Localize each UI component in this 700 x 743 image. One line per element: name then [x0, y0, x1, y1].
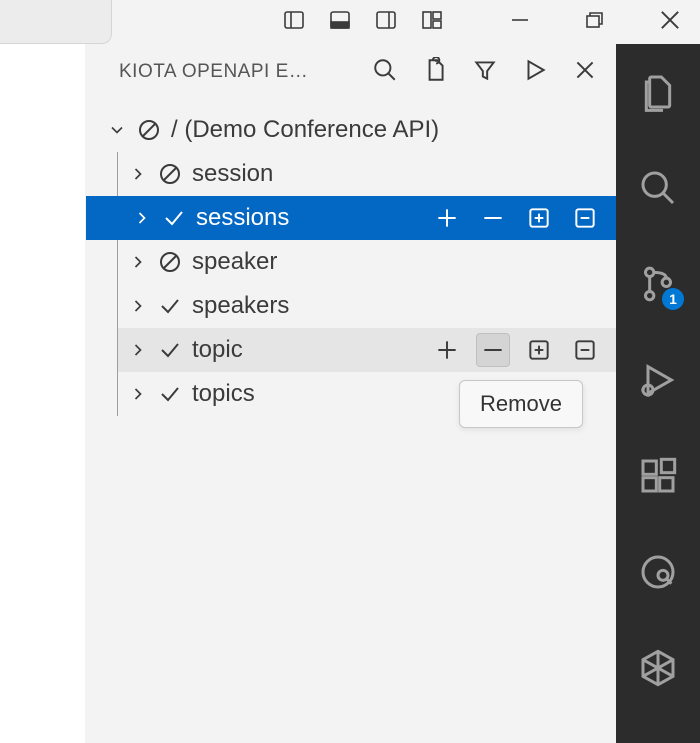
tree-item-label: speakers	[192, 292, 289, 320]
activity-extensions[interactable]	[638, 456, 678, 496]
add-endpoint-button[interactable]	[430, 333, 464, 367]
chevron-right-icon	[132, 208, 152, 228]
tooltip: Remove	[459, 380, 583, 428]
chevron-right-icon	[128, 252, 148, 272]
editor-gutter	[0, 44, 85, 743]
activity-explorer[interactable]	[638, 72, 678, 112]
tree-root-label: / (Demo Conference API)	[171, 116, 439, 144]
status-none-icon	[137, 118, 161, 142]
title-bar	[0, 0, 700, 44]
tree-root[interactable]: / (Demo Conference API)	[85, 108, 616, 152]
activity-search[interactable]	[638, 168, 678, 208]
filter-icon[interactable]	[472, 57, 498, 88]
search-icon[interactable]	[372, 57, 398, 88]
add-endpoint-button[interactable]	[430, 201, 464, 235]
panel-header: KIOTA OPENAPI EX…	[85, 44, 616, 100]
panel-title: KIOTA OPENAPI EX…	[119, 61, 319, 83]
remove-all-button[interactable]	[568, 201, 602, 235]
tree-item-label: sessions	[196, 204, 289, 232]
remove-endpoint-button[interactable]	[476, 201, 510, 235]
status-check-icon	[158, 338, 182, 362]
tree-item-label: topic	[192, 336, 243, 364]
status-none-icon	[158, 162, 182, 186]
chevron-right-icon	[128, 384, 148, 404]
chevron-right-icon	[128, 340, 148, 360]
tree-item-session[interactable]: session	[118, 152, 616, 196]
chevron-down-icon	[107, 120, 127, 140]
tree-item-sessions[interactable]: sessions	[86, 196, 616, 240]
layout-customize-icon[interactable]	[420, 8, 444, 37]
status-check-icon	[158, 382, 182, 406]
play-icon[interactable]	[522, 57, 548, 88]
status-check-icon	[158, 294, 182, 318]
activity-kiota[interactable]	[638, 648, 678, 688]
chevron-right-icon	[128, 296, 148, 316]
tree-item-speaker[interactable]: speaker	[118, 240, 616, 284]
window-minimize-icon[interactable]	[508, 8, 532, 37]
chevron-right-icon	[128, 164, 148, 184]
layout-right-icon[interactable]	[374, 8, 398, 37]
scm-badge: 1	[662, 288, 684, 310]
activity-run-debug[interactable]	[638, 360, 678, 400]
tree-item-label: topics	[192, 380, 255, 408]
activity-bar: 1	[616, 44, 700, 743]
remove-all-button[interactable]	[568, 333, 602, 367]
activity-source-control[interactable]: 1	[638, 264, 678, 304]
endpoint-tree: / (Demo Conference API) session sessions	[85, 100, 616, 416]
status-check-icon	[162, 206, 186, 230]
activity-lens[interactable]	[638, 552, 678, 592]
tree-item-label: session	[192, 160, 273, 188]
close-icon[interactable]	[572, 57, 598, 88]
tree-item-label: speaker	[192, 248, 277, 276]
layout-bottom-icon[interactable]	[328, 8, 352, 37]
tree-item-topic[interactable]: topic	[118, 328, 616, 372]
window-restore-icon[interactable]	[582, 8, 606, 37]
window-close-icon[interactable]	[656, 6, 684, 39]
open-file-icon[interactable]	[422, 57, 448, 88]
remove-endpoint-button[interactable]	[476, 333, 510, 367]
status-none-icon	[158, 250, 182, 274]
add-all-button[interactable]	[522, 333, 556, 367]
add-all-button[interactable]	[522, 201, 556, 235]
tree-item-speakers[interactable]: speakers	[118, 284, 616, 328]
layout-left-icon[interactable]	[282, 8, 306, 37]
